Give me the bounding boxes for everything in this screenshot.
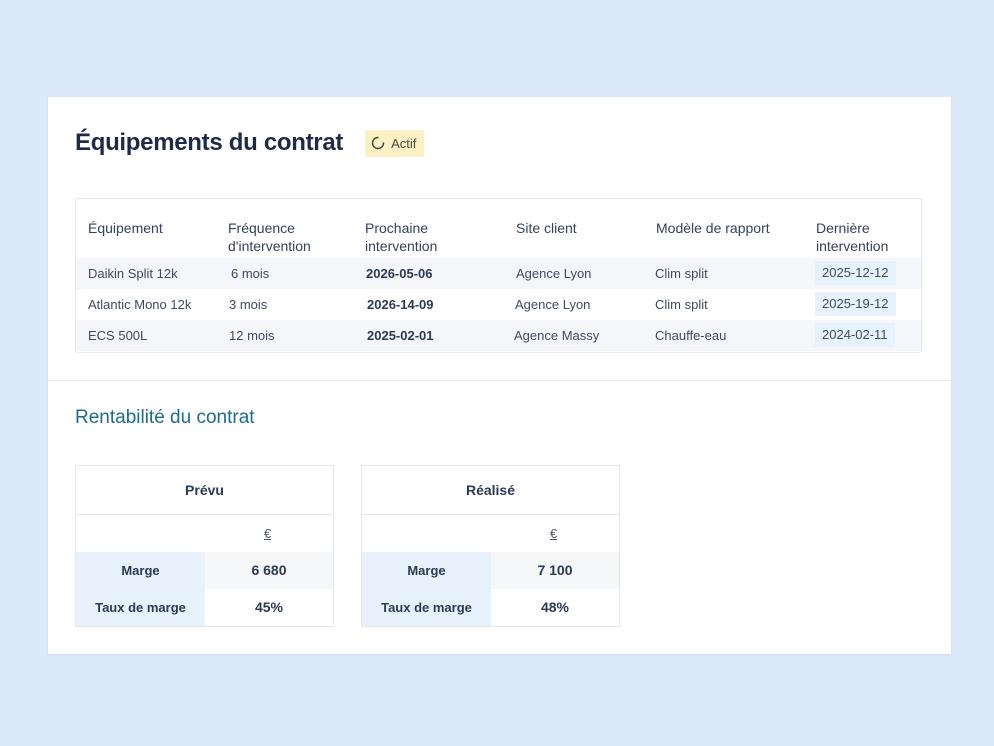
cell-report-model: Clim split (655, 266, 708, 281)
table-row[interactable]: Daikin Split 12k 6 mois 2026-05-06 Agenc… (76, 258, 921, 289)
column-header-next-intervention[interactable]: Prochaine intervention (365, 219, 437, 255)
margin-rate-row: Taux de marge 48% (362, 589, 619, 626)
currency-row: € (76, 515, 333, 552)
section-divider (48, 380, 951, 381)
table-row[interactable]: Atlantic Mono 12k 3 mois 2026-14-09 Agen… (76, 289, 921, 320)
header-line: Équipement (88, 220, 163, 236)
column-header-site[interactable]: Site client (516, 219, 577, 237)
header-line: Site client (516, 220, 577, 236)
margin-rate-row: Taux de marge 45% (76, 589, 333, 626)
row-label: Taux de marge (76, 589, 205, 626)
cell-next-intervention: 2026-14-09 (367, 297, 434, 312)
cell-equipment: Daikin Split 12k (88, 266, 178, 281)
table-row[interactable]: ECS 500L 12 mois 2025-02-01 Agence Massy… (76, 320, 921, 351)
status-badge: Actif (365, 129, 425, 157)
cell-site: Agence Lyon (516, 266, 592, 281)
column-header-report-model[interactable]: Modèle de rapport (656, 219, 770, 237)
table-heading: Réalisé (362, 466, 619, 515)
row-label: Marge (362, 552, 491, 589)
cell-site: Agence Lyon (515, 297, 591, 312)
cell-report-model: Clim split (655, 297, 708, 312)
margin-row: Marge 7 100 (362, 552, 619, 589)
row-value: 48% (540, 599, 570, 615)
column-header-frequency[interactable]: Fréquence d'intervention (228, 219, 311, 255)
loading-spinner-icon (371, 136, 385, 150)
planned-margin-table: Prévu € Marge 6 680 Taux de marge 45% (75, 465, 334, 627)
cell-report-model: Chauffe-eau (655, 328, 727, 343)
cell-site: Agence Massy (514, 328, 600, 343)
title-row: Équipements du contrat Actif (75, 129, 425, 157)
cell-equipment: ECS 500L (88, 328, 148, 343)
cell-next-intervention: 2025-02-01 (367, 328, 434, 343)
actual-margin-table: Réalisé € Marge 7 100 Taux de marge 48% (361, 465, 620, 627)
header-line: Dernière (816, 220, 870, 236)
row-label: Marge (76, 552, 205, 589)
currency-label: € (550, 526, 558, 541)
date-chip: 2025-12-12 (815, 261, 896, 285)
page-title: Équipements du contrat (75, 129, 344, 156)
date-chip: 2025-19-12 (815, 292, 896, 316)
header-line: Modèle de rapport (656, 220, 770, 236)
cell-frequency: 6 mois (231, 266, 270, 281)
cell-last-intervention: 2025-12-12 (815, 258, 896, 285)
header-line: d'intervention (228, 238, 311, 254)
currency-label: € (264, 526, 272, 541)
contract-card: Équipements du contrat Actif Équipement … (48, 97, 951, 654)
currency-row: € (362, 515, 619, 552)
row-value: 6 680 (205, 552, 333, 589)
column-header-equipment[interactable]: Équipement (88, 219, 163, 237)
cell-next-intervention: 2026-05-06 (366, 266, 433, 281)
cell-last-intervention: 2025-19-12 (815, 289, 896, 316)
table-heading: Prévu (76, 466, 333, 515)
row-value: 45% (254, 599, 284, 615)
column-header-last-intervention[interactable]: Dernière intervention (816, 219, 888, 255)
cell-frequency: 12 mois (229, 328, 275, 343)
cell-equipment: Atlantic Mono 12k (88, 297, 192, 312)
cell-frequency: 3 mois (229, 297, 268, 312)
section-title-profitability: Rentabilité du contrat (75, 407, 255, 428)
status-label: Actif (391, 135, 417, 151)
date-chip: 2024-02-11 (815, 323, 895, 347)
header-line: Fréquence (228, 220, 295, 236)
table-header: Équipement Fréquence d'intervention Proc… (76, 199, 921, 259)
margin-row: Marge 6 680 (76, 552, 333, 589)
row-value: 7 100 (491, 552, 619, 589)
equipment-table: Équipement Fréquence d'intervention Proc… (75, 198, 922, 353)
cell-last-intervention: 2024-02-11 (815, 320, 895, 347)
row-label: Taux de marge (362, 589, 491, 626)
header-line: Prochaine (365, 220, 429, 236)
header-line: intervention (365, 238, 438, 254)
header-line: intervention (816, 238, 889, 254)
